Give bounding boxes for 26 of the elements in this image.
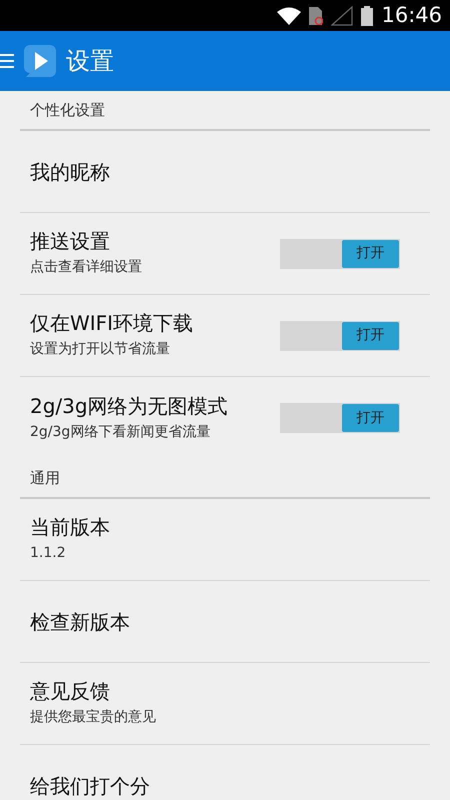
setting-subtitle: 1.1.2: [30, 544, 67, 563]
setting-subtitle: 提供您最宝贵的意见: [30, 708, 157, 727]
play-logo-icon: [22, 43, 58, 79]
setting-subtitle: 点击查看详细设置: [30, 258, 143, 277]
setting-title[interactable]: 2g/3g网络为无图模式: [30, 394, 280, 418]
toggle-switch[interactable]: 打开: [280, 238, 400, 268]
clock-time: 16:46: [381, 2, 442, 29]
setting-title[interactable]: 当前版本: [30, 515, 430, 539]
battery-icon: [361, 6, 374, 26]
setting-title[interactable]: 我的昵称: [30, 160, 430, 184]
signal-icon: [331, 6, 354, 26]
toggle-switch[interactable]: 打开: [280, 320, 400, 350]
setting-title[interactable]: 推送设置: [30, 229, 280, 253]
menu-icon[interactable]: [0, 52, 14, 70]
toggle-switch[interactable]: 打开: [280, 403, 400, 433]
wifi-icon: [277, 6, 302, 24]
screen-title: 设置: [66, 46, 114, 77]
section-header: 个性化设置: [20, 91, 430, 131]
setting-title[interactable]: 仅在WIFI环境下载: [30, 311, 280, 335]
sim-card-icon: [309, 6, 324, 24]
setting-subtitle: 2g/3g网络下看新闻更省流量: [30, 422, 212, 442]
setting-subtitle: 设置为打开以节省流量: [30, 340, 171, 359]
setting-title[interactable]: 检查新版本: [30, 610, 430, 634]
setting-title[interactable]: 意见反馈: [30, 679, 430, 703]
section-header: 通用: [20, 459, 430, 499]
setting-title[interactable]: 给我们打个分: [30, 774, 430, 798]
